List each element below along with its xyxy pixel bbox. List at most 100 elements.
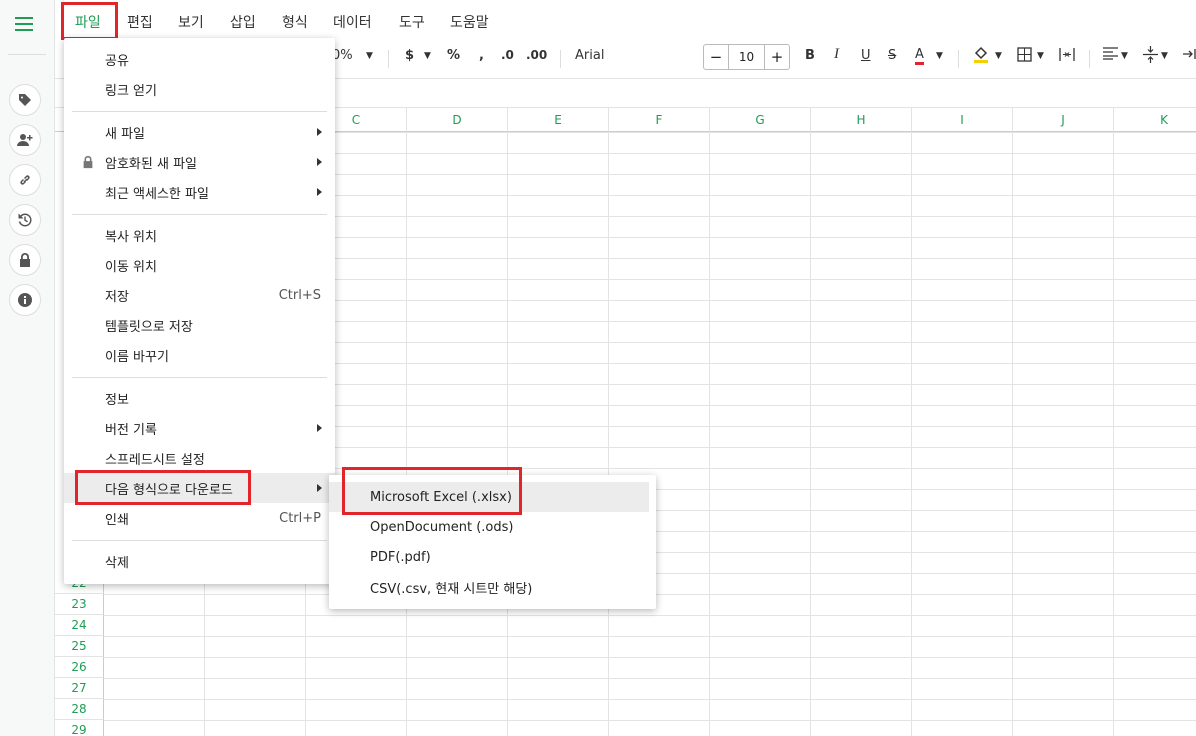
currency-button[interactable]: $ [405, 48, 414, 63]
submenu-item-pdf[interactable]: PDF(.pdf) [329, 542, 656, 572]
menu-item-move-to[interactable]: 이동 위치 [64, 250, 335, 280]
row-header-24[interactable]: 24 [55, 615, 104, 636]
menu-edit[interactable]: 편집 [127, 12, 153, 32]
row-header-23[interactable]: 23 [55, 594, 104, 615]
toolbar-divider [388, 50, 389, 68]
menu-item-delete[interactable]: 삭제 [64, 546, 335, 576]
align-left-icon[interactable] [1103, 47, 1118, 64]
menu-item-share[interactable]: 공유 [64, 44, 335, 74]
menu-item-label: 스프레드시트 설정 [105, 452, 205, 468]
font-size-increase-button[interactable]: + [765, 45, 789, 69]
menu-item-save-as-template[interactable]: 템플릿으로 저장 [64, 310, 335, 340]
menu-format[interactable]: 형식 [282, 12, 308, 32]
chevron-down-icon[interactable]: ▼ [366, 51, 373, 61]
menu-item-new-file[interactable]: 새 파일 [64, 117, 335, 147]
chevron-right-icon [317, 128, 322, 136]
column-header-h[interactable]: H [811, 108, 912, 132]
add-user-icon[interactable] [9, 124, 41, 156]
row-header-25[interactable]: 25 [55, 636, 104, 657]
menu-item-label: 버전 기록 [105, 422, 157, 438]
chevron-down-icon[interactable]: ▼ [424, 51, 431, 61]
chevron-down-icon[interactable]: ▼ [1161, 51, 1168, 61]
underline-button[interactable]: U [861, 48, 871, 63]
column-header-f[interactable]: F [609, 108, 710, 132]
chevron-right-icon [317, 424, 322, 432]
annotation-box-xlsx [342, 467, 522, 515]
menu-divider [72, 111, 327, 112]
bold-button[interactable]: B [805, 48, 815, 63]
menu-item-label: PDF(.pdf) [370, 549, 431, 565]
menu-divider [72, 377, 327, 378]
left-rail [0, 0, 55, 736]
history-icon[interactable] [9, 204, 41, 236]
row-header-26[interactable]: 26 [55, 657, 104, 678]
decrease-decimal-button[interactable]: .0 [501, 48, 514, 62]
increase-decimal-button[interactable]: .00 [526, 48, 547, 62]
submenu-item-csv[interactable]: CSV(.csv, 현재 시트만 해당) [329, 572, 656, 602]
info-icon[interactable] [9, 284, 41, 316]
merge-cells-icon[interactable] [1059, 47, 1075, 66]
percent-format-partial[interactable]: 0% [332, 48, 353, 63]
text-wrap-icon[interactable] [1183, 47, 1196, 65]
menu-item-label: 링크 얻기 [105, 83, 157, 99]
submenu-item-ods[interactable]: OpenDocument (.ods) [329, 512, 656, 542]
menu-item-version-history[interactable]: 버전 기록 [64, 413, 335, 443]
menu-help[interactable]: 도움말 [450, 12, 489, 32]
chevron-down-icon[interactable]: ▼ [1037, 51, 1044, 61]
shortcut-label: Ctrl+S [278, 287, 321, 303]
column-header-i[interactable]: I [912, 108, 1013, 132]
menu-item-rename[interactable]: 이름 바꾸기 [64, 340, 335, 370]
chevron-down-icon[interactable]: ▼ [936, 51, 943, 61]
lock-icon[interactable] [9, 244, 41, 276]
column-header-d[interactable]: D [407, 108, 508, 132]
toolbar-divider [958, 50, 959, 68]
menu-tools[interactable]: 도구 [399, 12, 425, 32]
column-header-e[interactable]: E [508, 108, 609, 132]
borders-icon[interactable] [1017, 47, 1032, 66]
menu-item-info[interactable]: 정보 [64, 383, 335, 413]
italic-button[interactable]: I [834, 46, 839, 63]
menu-item-save[interactable]: 저장 Ctrl+S [64, 280, 335, 310]
toolbar-divider [1089, 50, 1090, 68]
chevron-down-icon[interactable]: ▼ [995, 51, 1002, 61]
menu-item-label: 공유 [105, 53, 129, 69]
comma-button[interactable]: , [479, 48, 484, 63]
chevron-down-icon[interactable]: ▼ [1121, 51, 1128, 61]
menu-item-label: 복사 위치 [105, 229, 157, 245]
menu-divider [72, 214, 327, 215]
menu-item-new-encrypted-file[interactable]: 암호화된 새 파일 [64, 147, 335, 177]
text-color-button[interactable]: A [915, 48, 924, 65]
column-header-k[interactable]: K [1114, 108, 1196, 132]
font-family-select[interactable]: Arial [575, 48, 604, 63]
menu-insert[interactable]: 삽입 [230, 12, 256, 32]
rail-divider [8, 54, 46, 55]
menu-item-label: 저장 [105, 289, 129, 305]
menu-data[interactable]: 데이터 [333, 12, 372, 32]
menu-item-label: 인쇄 [105, 512, 129, 528]
menu-item-get-link[interactable]: 링크 얻기 [64, 74, 335, 104]
menu-item-recent-files[interactable]: 최근 액세스한 파일 [64, 177, 335, 207]
fill-color-icon[interactable] [973, 46, 989, 68]
menu-item-label: 템플릿으로 저장 [105, 319, 193, 335]
vertical-align-icon[interactable] [1143, 46, 1158, 67]
row-header-27[interactable]: 27 [55, 678, 104, 699]
font-size-value[interactable]: 10 [728, 45, 765, 69]
menu-item-label: 정보 [105, 392, 129, 408]
link-icon[interactable] [9, 164, 41, 196]
menu-item-print[interactable]: 인쇄 Ctrl+P [64, 503, 335, 533]
row-header-29[interactable]: 29 [55, 720, 104, 736]
percent-button[interactable]: % [447, 48, 460, 63]
column-header-j[interactable]: J [1013, 108, 1114, 132]
font-size-decrease-button[interactable]: − [704, 45, 728, 69]
strikethrough-button[interactable]: S [888, 48, 896, 63]
tag-icon[interactable] [9, 84, 41, 116]
row-header-28[interactable]: 28 [55, 699, 104, 720]
menu-item-label: CSV(.csv, 현재 시트만 해당) [370, 581, 533, 597]
menu-item-copy-to[interactable]: 복사 위치 [64, 220, 335, 250]
hamburger-menu-icon[interactable] [15, 17, 33, 33]
menu-view[interactable]: 보기 [178, 12, 204, 32]
column-header-g[interactable]: G [710, 108, 811, 132]
font-size-stepper[interactable]: − 10 + [703, 44, 790, 70]
menu-item-spreadsheet-settings[interactable]: 스프레드시트 설정 [64, 443, 335, 473]
menu-item-label: 최근 액세스한 파일 [105, 186, 209, 202]
